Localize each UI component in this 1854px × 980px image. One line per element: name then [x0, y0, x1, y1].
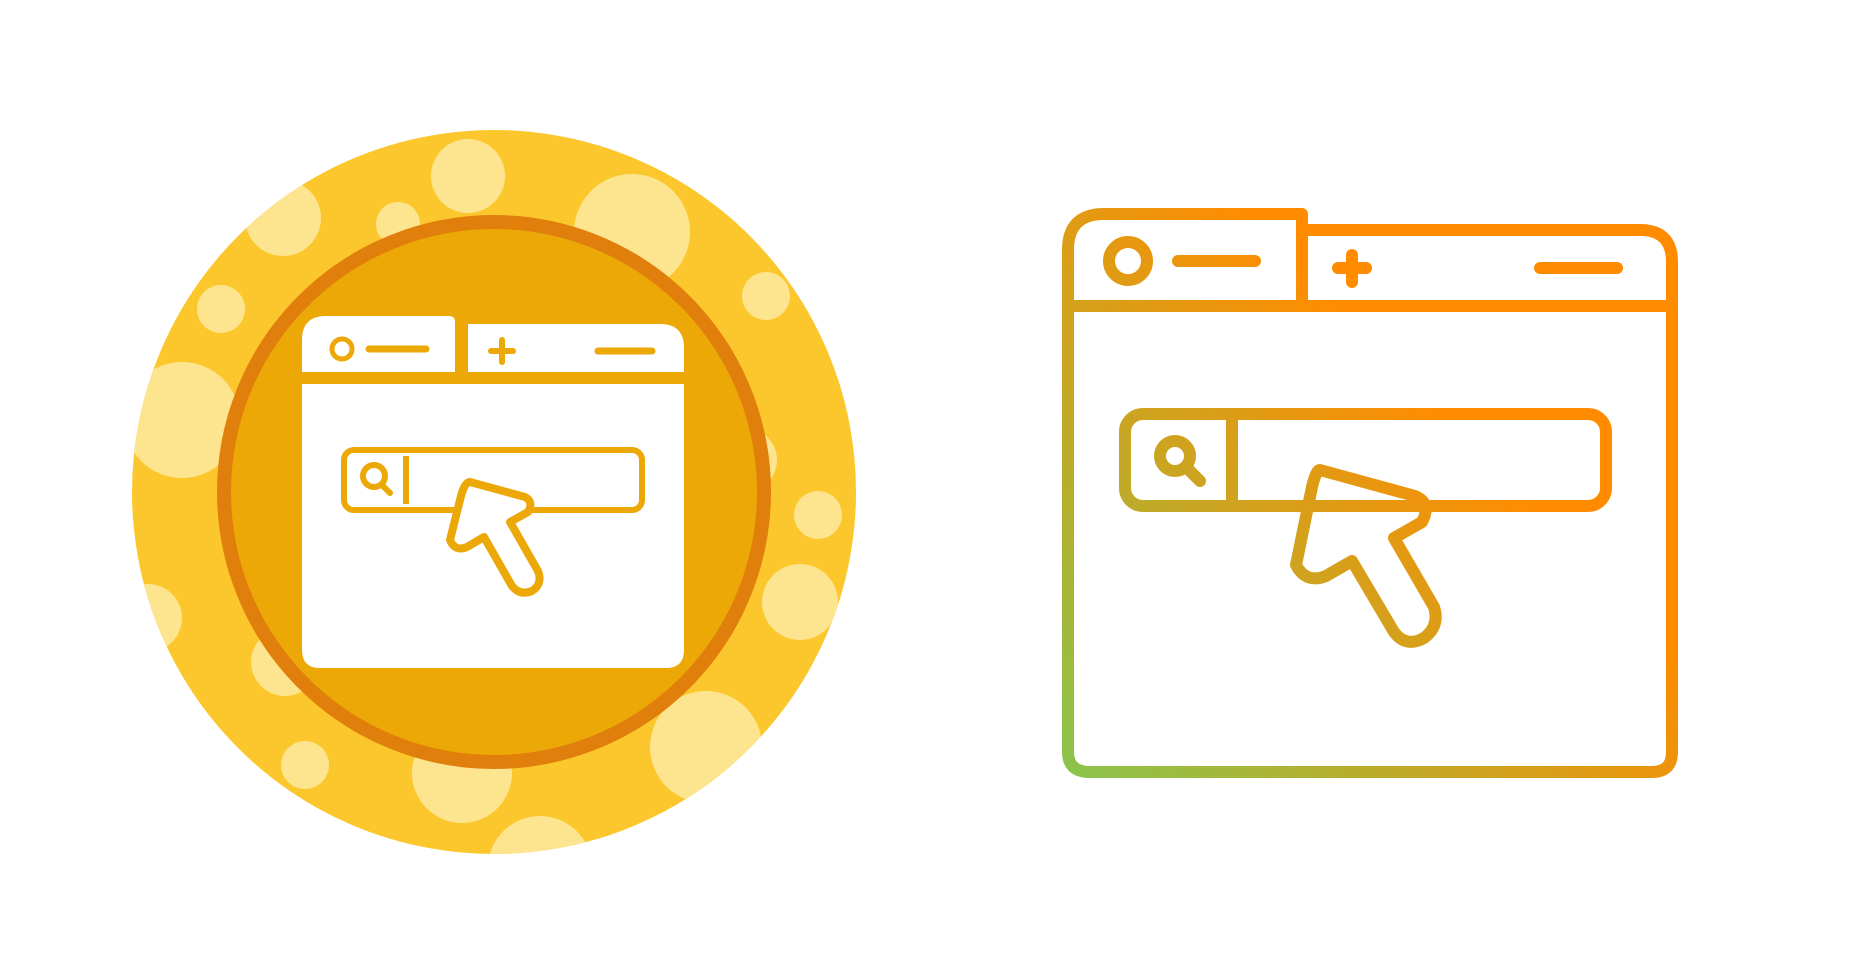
outline-browser-body: [1062, 300, 1678, 778]
badge-bubble: [762, 564, 838, 640]
outline-new-tab-plus-icon: [1332, 249, 1372, 288]
badge-bubble: [281, 741, 329, 789]
browser-window-glyph: [302, 316, 684, 668]
outline-search-icon: [1154, 435, 1206, 487]
badge-bubble: [794, 491, 842, 539]
outline-tab-dot-icon: [1103, 236, 1153, 286]
badge-bubble: [742, 272, 790, 320]
badge-bubble: [197, 285, 245, 333]
browser-search-click-outline-icon: [1062, 208, 1678, 778]
icon-canvas: [132, 130, 1678, 854]
browser-search-click-badge-icon: [132, 130, 856, 854]
badge-bubble: [245, 180, 321, 256]
badge-bubble: [488, 816, 592, 854]
badge-bubble: [132, 584, 182, 652]
outline-search-bar: [1119, 408, 1612, 512]
outline-pointer-cursor-icon: [1290, 464, 1442, 648]
browser-tab-left: [302, 316, 455, 372]
badge-bubble: [431, 139, 505, 213]
icon-sheet: [0, 0, 1854, 980]
